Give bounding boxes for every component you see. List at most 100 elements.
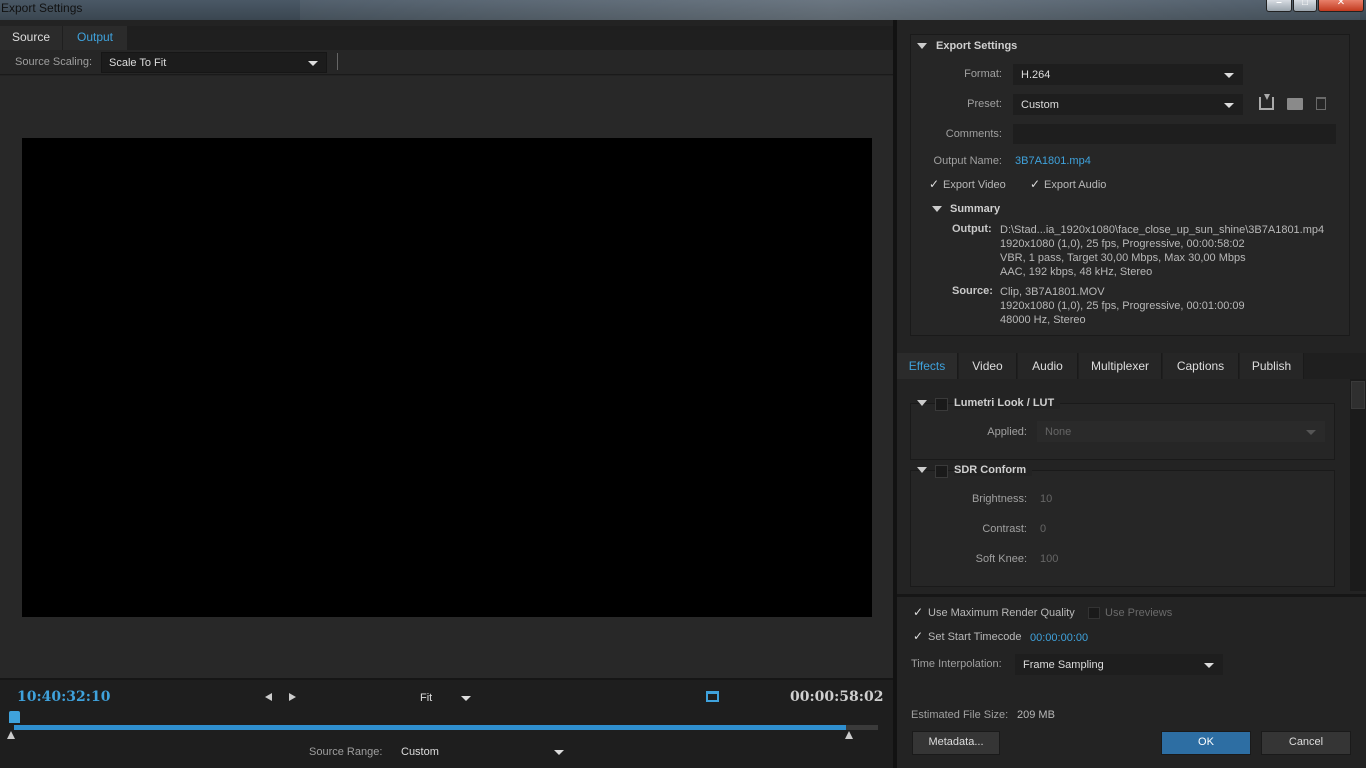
title-bar-glass (300, 0, 1360, 20)
lumetri-heading: Lumetri Look / LUT (954, 397, 1061, 409)
export-video-checkbox[interactable] (929, 177, 940, 191)
save-preset-icon[interactable] (1259, 94, 1274, 110)
export-audio-checkbox[interactable] (1030, 177, 1041, 191)
current-timecode[interactable]: 10:40:32:10 (17, 689, 110, 705)
max-render-quality-checkbox[interactable] (913, 605, 924, 619)
summary-output-label: Output: (952, 223, 992, 235)
tab-output[interactable]: Output (63, 26, 127, 50)
time-interpolation-label: Time Interpolation: (911, 658, 1002, 670)
preset-dropdown[interactable]: Custom (1013, 94, 1243, 115)
tab-multiplexer[interactable]: Multiplexer (1079, 353, 1162, 379)
summary-output-line: AAC, 192 kbps, 48 kHz, Stereo (1000, 266, 1153, 278)
comments-label: Comments: (945, 128, 1002, 140)
tab-publish[interactable]: Publish (1240, 353, 1304, 379)
tab-effects[interactable]: Effects (897, 353, 958, 379)
collapse-triangle-icon[interactable] (917, 400, 927, 406)
brightness-value[interactable]: 10 (1040, 493, 1052, 505)
export-video-label: Export Video (943, 179, 1006, 191)
chevron-down-icon (1224, 103, 1234, 108)
applied-value: None (1045, 426, 1072, 438)
summary-output-line: 1920x1080 (1,0), 25 fps, Progressive, 00… (1000, 238, 1245, 250)
sdr-conform-checkbox[interactable] (935, 465, 948, 478)
zoom-dropdown[interactable]: Fit (412, 687, 480, 708)
summary-source-line: Clip, 3B7A1801.MOV (1000, 286, 1105, 298)
tab-audio[interactable]: Audio (1018, 353, 1078, 379)
applied-dropdown[interactable]: None (1037, 421, 1325, 442)
start-timecode-value[interactable]: 00:00:00:00 (1030, 632, 1088, 644)
source-scaling-dropdown[interactable]: Scale To Fit (101, 52, 327, 73)
format-dropdown[interactable]: H.264 (1013, 64, 1243, 85)
source-range-label: Source Range: (309, 746, 383, 758)
comments-field[interactable] (1013, 124, 1336, 144)
chevron-down-icon (1204, 663, 1214, 668)
output-name-link[interactable]: 3B7A1801.mp4 (1015, 155, 1091, 167)
video-preview (22, 138, 872, 617)
source-scaling-label: Source Scaling: (15, 56, 93, 68)
set-in-point-icon[interactable] (265, 693, 272, 701)
chevron-down-icon (1306, 430, 1316, 435)
scrollbar-thumb[interactable] (1351, 381, 1365, 409)
export-settings-heading: Export Settings (936, 40, 1018, 52)
effects-panel: Lumetri Look / LUT Applied: None SDR Con… (897, 379, 1350, 591)
summary-output-line: D:\Stad...ia_1920x1080\face_close_up_sun… (1000, 224, 1325, 236)
source-scaling-value: Scale To Fit (109, 57, 167, 69)
format-value: H.264 (1021, 69, 1051, 81)
close-button[interactable]: ✕ (1318, 0, 1364, 12)
timeline-track (846, 725, 878, 730)
export-audio-label: Export Audio (1044, 179, 1107, 191)
applied-label: Applied: (987, 426, 1027, 438)
sdr-conform-heading: SDR Conform (954, 464, 1033, 476)
estimated-size-label: Estimated File Size: (911, 709, 1009, 721)
tab-video[interactable]: Video (959, 353, 1017, 379)
summary-heading: Summary (950, 203, 1001, 215)
summary-source-line: 1920x1080 (1,0), 25 fps, Progressive, 00… (1000, 300, 1245, 312)
playhead-handle[interactable] (9, 711, 20, 723)
maximize-button[interactable]: □ (1293, 0, 1317, 12)
source-range-value: Custom (401, 746, 439, 758)
brightness-label: Brightness: (971, 493, 1027, 505)
tab-captions[interactable]: Captions (1163, 353, 1239, 379)
set-start-timecode-label: Set Start Timecode (928, 631, 1022, 643)
contrast-label: Contrast: (982, 523, 1027, 535)
duration-timecode: 00:00:58:02 (790, 689, 884, 705)
zoom-value: Fit (420, 692, 433, 704)
format-label: Format: (964, 68, 1002, 80)
minimize-button[interactable]: – (1266, 0, 1292, 12)
use-previews-checkbox[interactable] (1088, 607, 1100, 619)
time-interpolation-value: Frame Sampling (1023, 659, 1104, 671)
export-settings-box: Export Settings Format: H.264 Preset: Cu… (910, 34, 1350, 336)
trash-icon[interactable] (1316, 97, 1326, 110)
lumetri-checkbox[interactable] (935, 398, 948, 411)
in-point-marker[interactable] (7, 731, 15, 739)
collapse-triangle-icon[interactable] (917, 467, 927, 473)
summary-output-line: VBR, 1 pass, Target 30,00 Mbps, Max 30,0… (1000, 252, 1246, 264)
chevron-down-icon (461, 696, 471, 701)
soft-knee-value[interactable]: 100 (1040, 553, 1058, 565)
ok-button[interactable]: OK (1161, 731, 1251, 755)
set-out-point-icon[interactable] (289, 693, 296, 701)
source-scaling-row: Source Scaling: Scale To Fit (0, 50, 893, 75)
cancel-button[interactable]: Cancel (1261, 731, 1351, 755)
contrast-value[interactable]: 0 (1040, 523, 1046, 535)
settings-tabs: Effects Video Audio Multiplexer Captions… (897, 353, 1366, 379)
summary-source-label: Source: (952, 285, 993, 297)
chevron-down-icon (1224, 73, 1234, 78)
aspect-ratio-icon[interactable] (706, 691, 719, 702)
import-preset-icon[interactable] (1287, 98, 1303, 110)
metadata-button[interactable]: Metadata... (912, 731, 1000, 755)
set-start-timecode-checkbox[interactable] (913, 629, 924, 643)
timeline-range-bar[interactable] (14, 725, 846, 730)
divider (337, 53, 338, 70)
tab-source[interactable]: Source (0, 26, 62, 50)
timeline-panel: 10:40:32:10 Fit 00:00:58:02 Source Range… (0, 678, 893, 768)
time-interpolation-dropdown[interactable]: Frame Sampling (1015, 654, 1223, 675)
effects-scrollbar[interactable] (1350, 379, 1366, 591)
source-range-dropdown[interactable]: Custom (393, 741, 573, 763)
soft-knee-label: Soft Knee: (975, 553, 1027, 565)
summary-source-line: 48000 Hz, Stereo (1000, 314, 1086, 326)
collapse-triangle-icon[interactable] (932, 206, 942, 212)
collapse-triangle-icon[interactable] (917, 43, 927, 49)
use-previews-label: Use Previews (1105, 607, 1173, 619)
out-point-marker[interactable] (845, 731, 853, 739)
window-title: Export Settings (1, 1, 83, 15)
